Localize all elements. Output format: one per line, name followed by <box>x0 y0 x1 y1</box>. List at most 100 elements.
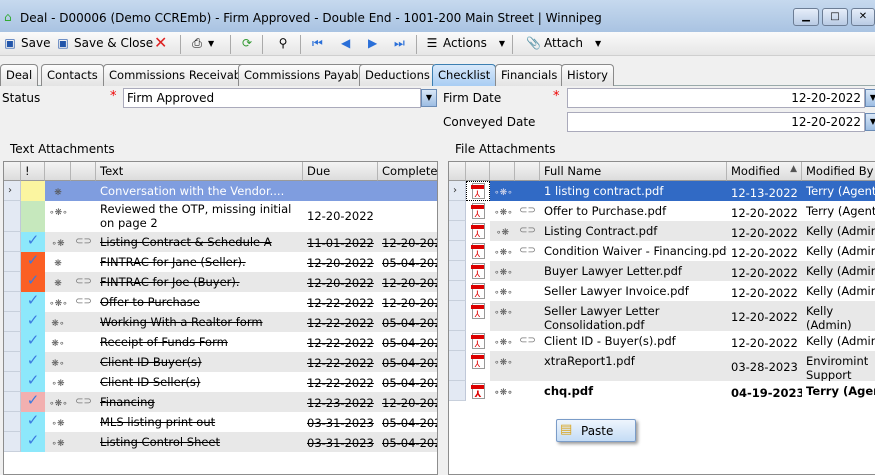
refresh-button[interactable]: ⟳ <box>240 36 254 50</box>
paste-menu-item[interactable]: ▤ Paste <box>556 419 636 442</box>
text-cell[interactable]: FINTRAC for Joe (Buyer). <box>96 272 303 292</box>
column-header-link[interactable] <box>515 162 540 181</box>
file-name-cell[interactable]: Listing Contract.pdf <box>540 221 727 241</box>
column-header-modified[interactable]: Modified ▲ <box>727 162 802 181</box>
file-name-cell[interactable]: Seller Lawyer Letter Consolidation.pdf <box>540 301 727 331</box>
status-select[interactable]: Firm Approved <box>123 88 421 108</box>
tab-financials[interactable]: Financials <box>495 64 564 86</box>
row-header[interactable] <box>449 281 466 301</box>
table-row[interactable]: ✓ ❋ ⊂⊃ FINTRAC for Joe (Buyer). 12-20-2022 12… <box>4 272 437 292</box>
text-cell[interactable]: MLS listing print out <box>96 412 303 432</box>
table-row[interactable]: ✓ ❋∘ Working With a Realtor form 12-22-2022… <box>4 312 437 332</box>
column-header-due[interactable]: Due <box>303 162 378 181</box>
save-button[interactable]: ▣ Save <box>3 36 50 50</box>
table-row[interactable]: ∘❋∘ Seller Lawyer Letter Consolidation.pd… <box>449 301 875 331</box>
file-name-cell[interactable]: Client ID - Buyer(s).pdf <box>540 331 727 351</box>
priority-flag-cell[interactable]: ✓ <box>21 412 45 432</box>
column-header-flag[interactable]: ! <box>21 162 45 181</box>
table-row[interactable]: ∘❋∘ ⊂⊃ Condition Waiver - Financing.pdf 12-… <box>449 241 875 261</box>
print-button[interactable]: ⎙ ▼ <box>190 36 214 50</box>
table-row[interactable]: ✓ ∘❋ Listing Control Sheet 03-31-2023 05-04-… <box>4 432 437 452</box>
tab-commissions-receivable[interactable]: Commissions Receivable <box>103 64 258 86</box>
column-header-text[interactable]: Text <box>96 162 303 181</box>
row-header[interactable] <box>449 301 466 331</box>
text-cell[interactable]: Listing Contract & Schedule A <box>96 232 303 252</box>
text-cell[interactable]: Client ID Buyer(s) <box>96 352 303 372</box>
row-header[interactable] <box>4 332 21 352</box>
priority-flag-cell[interactable]: ✓ <box>21 392 45 412</box>
table-row[interactable]: › ❋ Conversation with the Vendor.... <box>4 181 437 201</box>
priority-flag-cell[interactable]: ✓ <box>21 252 45 272</box>
column-header-icon[interactable] <box>45 162 71 181</box>
table-row[interactable]: ✓ ∘❋∘ ⊂⊃ Offer to Purchase 12-22-2022 12-20-2… <box>4 292 437 312</box>
row-header[interactable] <box>4 432 21 452</box>
table-row[interactable]: › ∘❋∘ 1 listing contract.pdf 12-13-2022 Terr… <box>449 181 875 201</box>
row-header[interactable] <box>449 221 466 241</box>
tab-commissions-payable[interactable]: Commissions Payable <box>238 64 375 86</box>
text-cell[interactable]: FINTRAC for Jane (Seller). <box>96 252 303 272</box>
row-header[interactable] <box>4 352 21 372</box>
priority-flag-cell[interactable]: ✓ <box>21 332 45 352</box>
column-header-type[interactable] <box>466 162 490 181</box>
close-window-button[interactable]: ✕ <box>851 8 875 26</box>
priority-flag-cell[interactable]: ✓ <box>21 292 45 312</box>
row-header[interactable] <box>4 312 21 332</box>
priority-flag-cell[interactable]: ✓ <box>21 232 45 252</box>
first-record-button[interactable]: ⏮ <box>312 36 323 51</box>
file-name-cell[interactable]: 1 listing contract.pdf <box>540 181 727 201</box>
row-header[interactable] <box>4 232 21 252</box>
tab-history[interactable]: History <box>561 64 614 86</box>
file-name-cell[interactable]: Buyer Lawyer Letter.pdf <box>540 261 727 281</box>
text-cell[interactable]: Receipt of Funds Form <box>96 332 303 352</box>
text-cell[interactable]: Reviewed the OTP, missing initial on pag… <box>96 201 303 232</box>
conveyed-date-field[interactable]: 12-20-2022 <box>567 112 865 132</box>
row-header[interactable] <box>4 272 21 292</box>
row-header[interactable]: › <box>4 181 21 201</box>
text-cell[interactable]: Financing <box>96 392 303 412</box>
row-header[interactable] <box>449 201 466 221</box>
priority-flag-cell[interactable]: ✓ <box>21 312 45 332</box>
file-name-cell[interactable]: Offer to Purchase.pdf <box>540 201 727 221</box>
text-cell[interactable]: Offer to Purchase <box>96 292 303 312</box>
table-row[interactable]: ✓ ❋ FINTRAC for Jane (Seller). 12-20-2022 05… <box>4 252 437 272</box>
priority-flag-cell[interactable]: ✓ <box>21 372 45 392</box>
row-header[interactable] <box>449 241 466 261</box>
column-header-modified-by[interactable]: Modified By <box>802 162 875 181</box>
firm-date-field[interactable]: 12-20-2022 <box>567 88 865 108</box>
row-header[interactable] <box>4 201 21 232</box>
attach-button[interactable]: 📎 Attach ▼ <box>526 36 601 50</box>
save-close-button[interactable]: ▣ Save & Close <box>56 36 153 50</box>
column-header-icon[interactable] <box>490 162 515 181</box>
file-name-cell[interactable]: chq.pdf <box>540 381 727 401</box>
tab-checklist[interactable]: Checklist <box>432 64 497 86</box>
row-header[interactable] <box>4 372 21 392</box>
row-header[interactable]: › <box>449 181 466 201</box>
table-row[interactable]: ∘❋ ⊂⊃ Listing Contract.pdf 12-20-2022 Kelly … <box>449 221 875 241</box>
table-row[interactable]: ∘❋∘ Buyer Lawyer Letter.pdf 12-20-2022 Kell… <box>449 261 875 281</box>
previous-record-button[interactable]: ◀ <box>341 36 350 50</box>
file-name-cell[interactable]: Seller Lawyer Invoice.pdf <box>540 281 727 301</box>
priority-flag-cell[interactable]: ✓ <box>21 272 45 292</box>
table-row[interactable]: ✓ ∘❋ Client ID Seller(s) 12-22-2022 05-04-20… <box>4 372 437 392</box>
tab-deductions[interactable]: Deductions <box>359 64 436 86</box>
firm-date-dropdown[interactable]: ▼ <box>865 89 875 107</box>
next-record-button[interactable]: ▶ <box>368 36 377 50</box>
table-row[interactable]: ✓ ❋∘ Client ID Buyer(s) 12-22-2022 05-04-202… <box>4 352 437 372</box>
priority-flag-cell[interactable]: ✓ <box>21 352 45 372</box>
table-row[interactable]: ∘❋∘ Seller Lawyer Invoice.pdf 12-20-2022 Ke… <box>449 281 875 301</box>
row-header[interactable] <box>449 381 466 401</box>
row-header[interactable] <box>4 412 21 432</box>
file-name-cell[interactable]: Condition Waiver - Financing.pdf <box>540 241 727 261</box>
row-header[interactable] <box>449 331 466 351</box>
table-row[interactable]: ✓ ∘❋∘ ⊂⊃ Financing 12-23-2022 12-20-2022 <box>4 392 437 412</box>
text-cell[interactable]: Client ID Seller(s) <box>96 372 303 392</box>
tab-contacts[interactable]: Contacts <box>41 64 104 86</box>
row-header[interactable] <box>4 252 21 272</box>
conveyed-date-dropdown[interactable]: ▼ <box>865 113 875 131</box>
text-cell[interactable]: Conversation with the Vendor.... <box>96 181 303 201</box>
maximize-button[interactable]: □ <box>822 8 848 26</box>
table-row[interactable]: ✓ ❋∘ Receipt of Funds Form 12-22-2022 05-04-… <box>4 332 437 352</box>
file-name-cell[interactable]: xtraReport1.pdf <box>540 351 727 381</box>
table-row[interactable]: ∘❋∘ xtraReport1.pdf 03-28-2023 Enviromint S… <box>449 351 875 381</box>
search-button[interactable]: ⚲ <box>276 36 290 50</box>
